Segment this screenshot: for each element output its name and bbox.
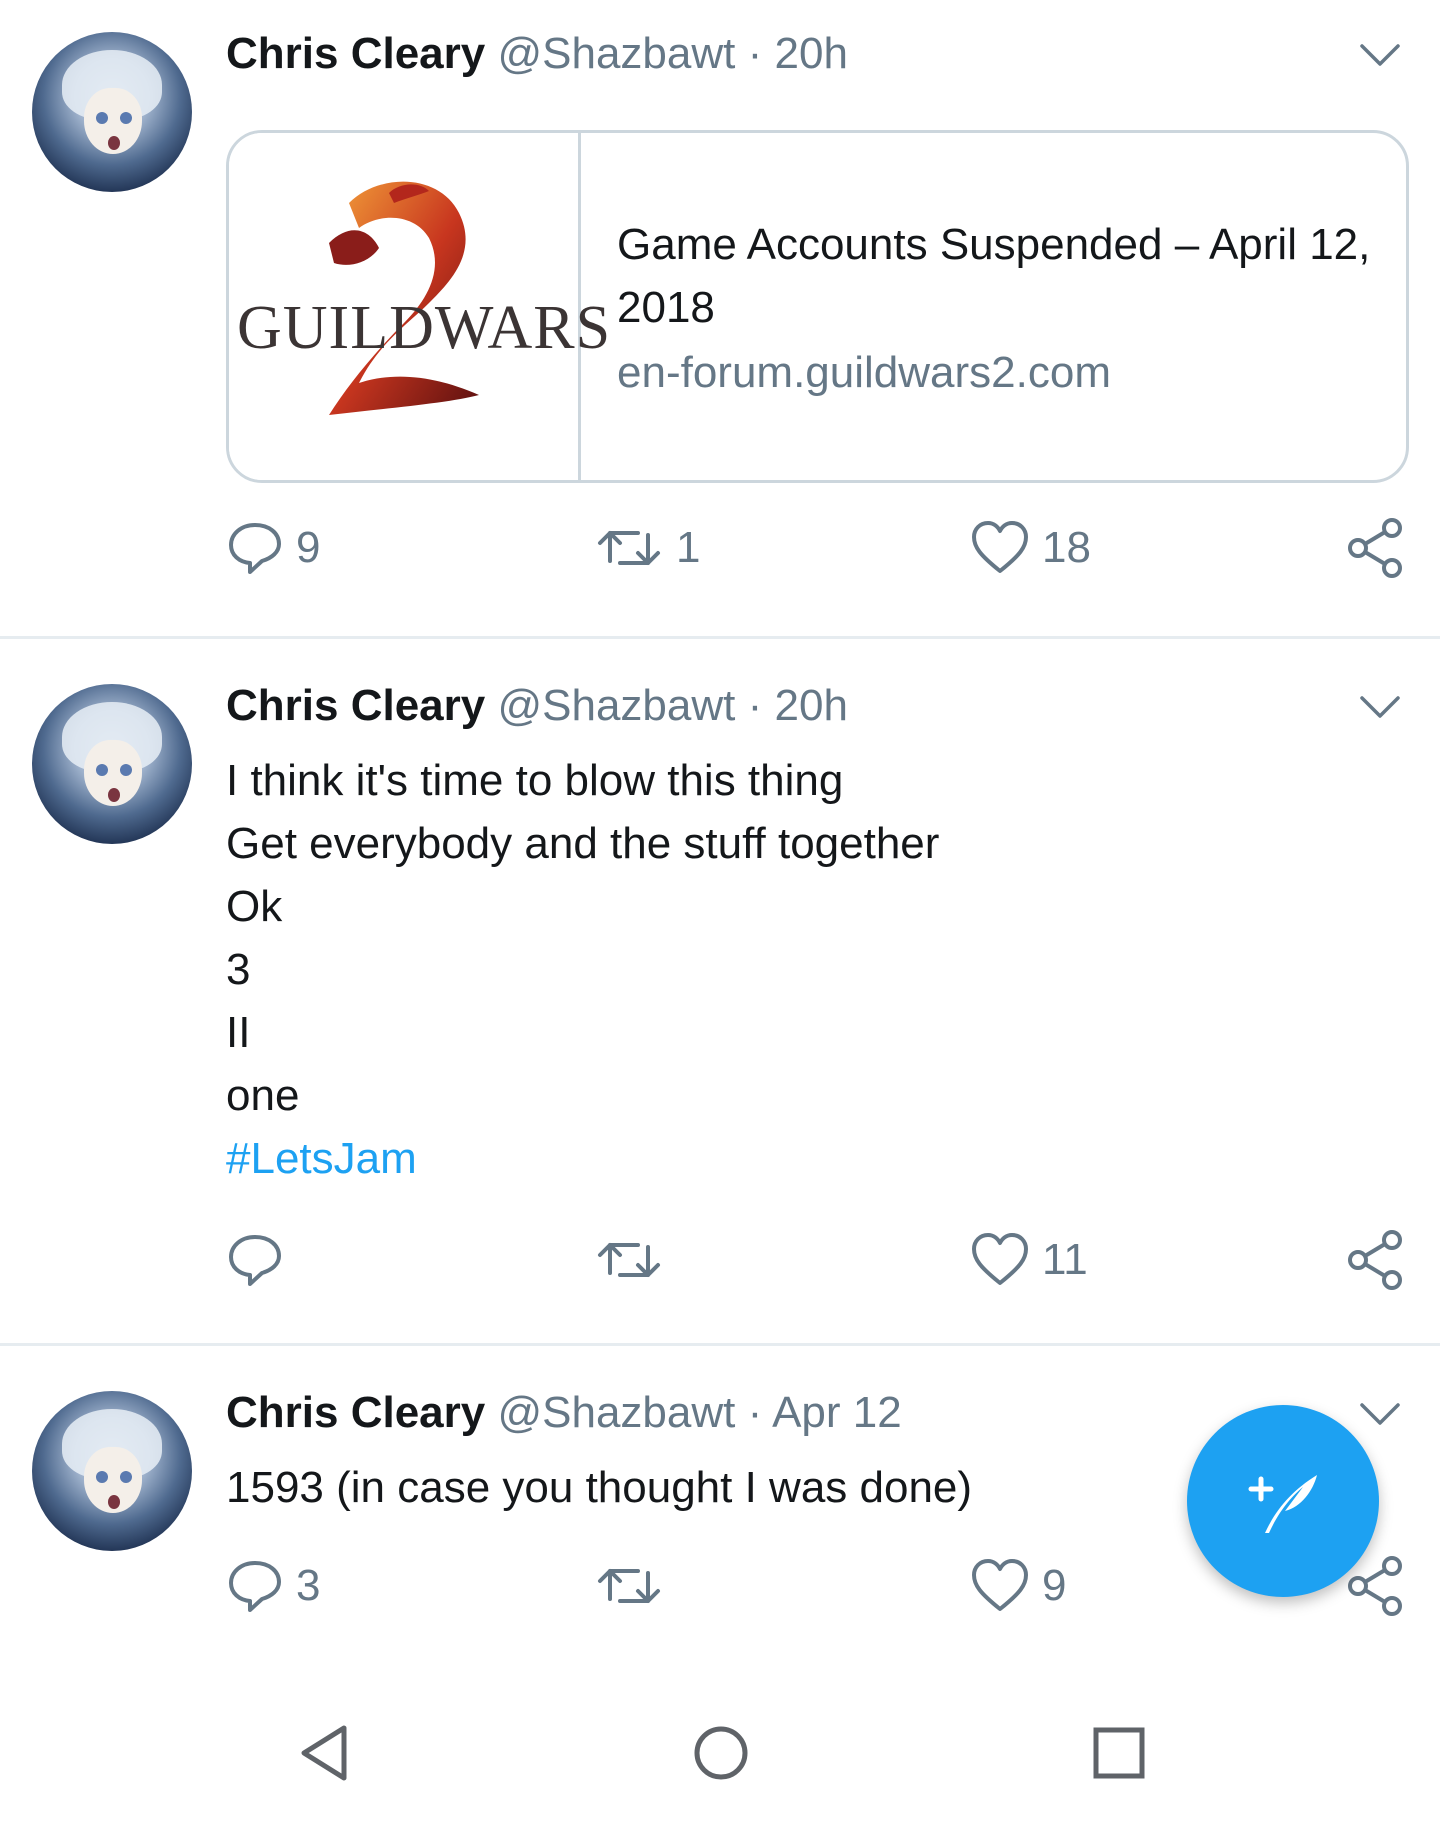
reply-button[interactable] — [226, 1225, 296, 1295]
card-logo-text: GUILDWARS — [237, 294, 612, 362]
tweet-text-line: II — [226, 1008, 251, 1057]
tweet-header: Chris Cleary @Shazbawt · 20h — [226, 676, 848, 736]
reply-icon — [229, 1561, 281, 1612]
reply-icon — [229, 1235, 281, 1286]
home-circle-icon[interactable] — [686, 1718, 756, 1788]
tweet-text: 1593 (in case you thought I was done) — [226, 1456, 972, 1519]
system-navigation-bar — [0, 1680, 1440, 1827]
tweet-text-line: 1593 (in case you thought I was done) — [226, 1463, 973, 1512]
like-button[interactable]: 18 — [970, 513, 1091, 583]
share-button[interactable] — [1346, 513, 1406, 583]
recents-square-icon[interactable] — [1084, 1718, 1154, 1788]
author-name[interactable]: Chris Cleary — [226, 29, 485, 78]
author-handle[interactable]: @Shazbawt — [497, 1388, 735, 1437]
retweet-button[interactable] — [594, 1225, 676, 1295]
chevron-down-icon[interactable] — [1358, 684, 1402, 728]
retweet-icon — [598, 1243, 660, 1277]
author-name[interactable]: Chris Cleary — [226, 1388, 485, 1437]
heart-icon — [972, 1559, 1028, 1611]
tweet-header: Chris Cleary @Shazbawt · Apr 12 — [226, 1383, 902, 1443]
compose-tweet-icon — [1248, 1475, 1317, 1533]
tweet-text-line: one — [226, 1071, 300, 1120]
like-count: 11 — [1042, 1235, 1088, 1284]
reply-button[interactable]: 3 — [226, 1551, 320, 1621]
tweet-text: I think it's time to blow this thing Get… — [226, 749, 939, 1190]
retweet-count: 1 — [676, 523, 701, 572]
author-handle[interactable]: @Shazbawt — [497, 29, 735, 78]
avatar[interactable] — [32, 1391, 192, 1551]
heart-icon — [972, 521, 1028, 573]
tweet-timestamp[interactable]: 20h — [775, 29, 848, 78]
tweet[interactable]: Chris Cleary @Shazbawt · 20h GUILDWARS G… — [0, 0, 1440, 639]
author-name[interactable]: Chris Cleary — [226, 681, 485, 730]
retweet-icon — [598, 531, 660, 565]
hashtag-link[interactable]: #LetsJam — [226, 1127, 939, 1190]
compose-tweet-button[interactable] — [1187, 1405, 1379, 1597]
reply-icon — [229, 523, 281, 574]
share-button[interactable] — [1346, 1225, 1406, 1295]
avatar[interactable] — [32, 32, 192, 192]
tweet-timestamp[interactable]: 20h — [775, 681, 848, 730]
avatar[interactable] — [32, 684, 192, 844]
tweet-text-line: Ok — [226, 882, 283, 931]
tweet[interactable]: Chris Cleary @Shazbawt · 20h I think it'… — [0, 639, 1440, 1346]
separator-dot: · — [747, 1388, 763, 1437]
like-button[interactable]: 11 — [970, 1225, 1088, 1295]
chevron-down-icon[interactable] — [1358, 32, 1402, 76]
share-icon — [1348, 1556, 1402, 1616]
chevron-down-icon[interactable] — [1358, 1391, 1402, 1435]
share-icon — [1348, 518, 1402, 578]
heart-icon — [972, 1233, 1028, 1285]
separator-dot: · — [747, 29, 763, 78]
retweet-icon — [598, 1569, 660, 1603]
card-domain: en-forum.guildwars2.com — [617, 348, 1111, 397]
reply-button[interactable]: 9 — [226, 513, 320, 583]
separator-dot: · — [747, 681, 763, 730]
tweet-timestamp[interactable]: Apr 12 — [772, 1388, 902, 1437]
tweet-actions: 9 1 18 — [0, 513, 1440, 583]
share-icon — [1348, 1230, 1402, 1290]
like-button[interactable]: 9 — [970, 1551, 1066, 1621]
retweet-button[interactable] — [594, 1551, 676, 1621]
link-card[interactable]: GUILDWARS Game Accounts Suspended – Apri… — [226, 130, 1409, 483]
like-count: 9 — [1042, 1561, 1067, 1610]
like-count: 18 — [1042, 523, 1091, 572]
author-handle[interactable]: @Shazbawt — [497, 681, 735, 730]
reply-count: 9 — [296, 523, 321, 572]
tweet-text-line: Get everybody and the stuff together — [226, 819, 940, 868]
tweet-actions: 11 — [0, 1225, 1440, 1295]
retweet-button[interactable]: 1 — [594, 513, 700, 583]
reply-count: 3 — [296, 1561, 321, 1610]
back-triangle-icon[interactable] — [290, 1718, 360, 1788]
tweet-text-line: I think it's time to blow this thing — [226, 756, 844, 805]
tweet-header: Chris Cleary @Shazbawt · 20h — [226, 24, 848, 84]
tweet-text-line: 3 — [226, 945, 251, 994]
card-title: Game Accounts Suspended – April 12, 2018 — [617, 220, 1371, 332]
card-thumbnail: GUILDWARS — [229, 133, 610, 480]
